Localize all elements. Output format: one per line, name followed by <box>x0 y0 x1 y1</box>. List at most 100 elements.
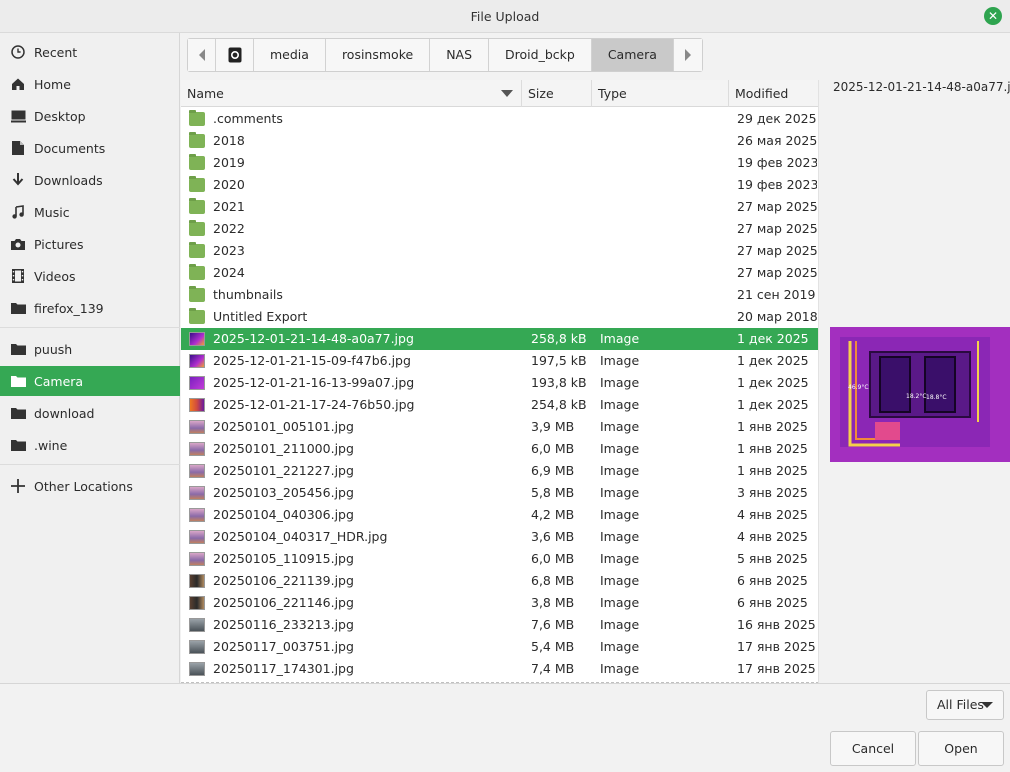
file-size: 7,6 MB <box>531 617 575 632</box>
file-modified: 27 мар 2025 <box>737 221 817 236</box>
file-row[interactable]: 2025-12-01-21-15-09-f47b6.jpg 197,5 kB Ima… <box>181 350 818 372</box>
column-header-name[interactable]: Name <box>181 80 522 107</box>
file-type: Image <box>600 507 640 522</box>
path-crumb-nas[interactable]: NAS <box>430 39 490 71</box>
clock-icon <box>10 44 26 60</box>
sidebar-item-documents[interactable]: Documents <box>0 133 180 163</box>
file-row[interactable]: 2025-12-01-21-14-48-a0a77.jpg 258,8 kB Ima… <box>181 328 818 350</box>
image-thumbnail-icon <box>189 640 205 654</box>
sidebar-item-download[interactable]: download <box>0 398 180 428</box>
file-row[interactable]: 20250117_174301.jpg 7,4 MB Image 17 янв 202… <box>181 658 818 680</box>
path-forward-button[interactable] <box>673 39 702 71</box>
file-row[interactable]: 2024 27 мар 2025 <box>181 262 818 284</box>
sidebar-item-label: .wine <box>34 437 68 453</box>
file-row[interactable]: 2025-12-01-21-16-13-99a07.jpg 193,8 kB Ima… <box>181 372 818 394</box>
file-size: 197,5 kB <box>531 353 587 368</box>
close-icon[interactable]: ✕ <box>984 7 1002 25</box>
sidebar-item-desktop[interactable]: Desktop <box>0 101 180 131</box>
column-header-size[interactable]: Size <box>522 80 592 107</box>
path-crumb-rosinsmoke[interactable]: rosinsmoke <box>325 39 431 71</box>
file-row[interactable]: 20250106_221139.jpg 6,8 MB Image 6 янв 2025 <box>181 570 818 592</box>
file-name: 20250101_221227.jpg <box>213 463 354 478</box>
file-name: 20250104_040317_HDR.jpg <box>213 529 388 544</box>
temp-label-hot: 46.9°C <box>848 384 869 391</box>
file-row[interactable]: 20250104_040317_HDR.jpg 3,6 MB Image 4 янв … <box>181 526 818 548</box>
chevron-down-icon <box>981 702 993 708</box>
path-crumb-camera[interactable]: Camera <box>591 39 674 71</box>
file-type <box>600 240 700 262</box>
column-header-type[interactable]: Type <box>592 80 729 107</box>
sidebar-item-label: Desktop <box>34 108 86 124</box>
file-row[interactable]: 2022 27 мар 2025 <box>181 218 818 240</box>
file-size <box>531 262 596 284</box>
file-type: Image <box>600 573 640 588</box>
file-size <box>531 284 596 306</box>
file-row[interactable]: 2021 27 мар 2025 <box>181 196 818 218</box>
sidebar-item-wine[interactable]: .wine <box>0 430 180 460</box>
file-row[interactable]: 20250101_005101.jpg 3,9 MB Image 1 янв 2025 <box>181 416 818 438</box>
file-size: 254,8 kB <box>531 397 587 412</box>
column-header-modified[interactable]: Modified <box>729 80 818 107</box>
file-row[interactable]: 20250117_003751.jpg 5,4 MB Image 17 янв 202… <box>181 636 818 658</box>
chevron-right-icon <box>684 49 691 61</box>
sidebar-item-camera[interactable]: Camera <box>0 366 180 396</box>
file-type: Image <box>600 595 640 610</box>
file-row[interactable]: 2023 27 мар 2025 <box>181 240 818 262</box>
file-size: 3,8 MB <box>531 595 575 610</box>
file-row[interactable]: 20250116_233213.jpg 7,6 MB Image 16 янв 202… <box>181 614 818 636</box>
filter-label: All Files <box>937 697 984 712</box>
path-back-button[interactable] <box>188 39 216 71</box>
file-row[interactable]: 20250101_221227.jpg 6,9 MB Image 1 янв 2025 <box>181 460 818 482</box>
file-type: Image <box>600 375 640 390</box>
sidebar-item-downloads[interactable]: Downloads <box>0 165 180 195</box>
path-drive-button[interactable] <box>216 39 254 71</box>
sidebar-item-firefox[interactable]: firefox_139 <box>0 293 180 323</box>
image-thumbnail-icon <box>189 420 205 434</box>
file-row[interactable]: 2025-12-01-21-17-24-76b50.jpg 254,8 kB Ima… <box>181 394 818 416</box>
image-thumbnail-icon <box>189 486 205 500</box>
sidebar-item-puush[interactable]: puush <box>0 334 180 364</box>
file-row[interactable]: .comments 29 дек 2025 <box>181 108 818 130</box>
file-row[interactable]: Untitled Export 20 мар 2018 <box>181 306 818 328</box>
folder-icon <box>10 373 26 389</box>
path-crumb-droid-bckp[interactable]: Droid_bckp <box>489 39 592 71</box>
path-crumb-media[interactable]: media <box>254 39 326 71</box>
file-name: 20250117_003751.jpg <box>213 639 354 654</box>
file-row[interactable]: 2019 19 фев 2023 <box>181 152 818 174</box>
sidebar-item-music[interactable]: Music <box>0 197 180 227</box>
file-row[interactable]: 20250106_221146.jpg 3,8 MB Image 6 янв 2025 <box>181 592 818 614</box>
file-modified: 20 мар 2018 <box>737 309 817 324</box>
image-thumbnail-icon <box>189 574 205 588</box>
sidebar-item-home[interactable]: Home <box>0 69 180 99</box>
file-type <box>600 306 700 328</box>
file-row[interactable]: thumbnails 21 сен 2019 <box>181 284 818 306</box>
sidebar-item-recent[interactable]: Recent <box>0 37 180 67</box>
file-name: 2025-12-01-21-17-24-76b50.jpg <box>213 397 415 412</box>
film-icon <box>10 268 26 284</box>
sidebar-item-videos[interactable]: Videos <box>0 261 180 291</box>
image-thumbnail-icon <box>189 552 205 566</box>
image-thumbnail-icon <box>189 398 205 412</box>
file-modified: 29 дек 2025 <box>737 111 817 126</box>
file-type-filter-dropdown[interactable]: All Files <box>926 690 1004 720</box>
file-row[interactable]: 20250103_205456.jpg 5,8 MB Image 3 янв 2025 <box>181 482 818 504</box>
sidebar-item-pictures[interactable]: Pictures <box>0 229 180 259</box>
file-row[interactable]: 2020 19 фев 2023 <box>181 174 818 196</box>
cancel-button[interactable]: Cancel <box>830 731 916 766</box>
title-bar: File Upload ✕ <box>0 0 1010 33</box>
folder-icon <box>189 176 205 192</box>
folder-icon <box>189 264 205 280</box>
path-bar: media rosinsmoke NAS Droid_bckp Camera <box>187 38 703 72</box>
file-row[interactable]: 2018 26 мая 2025 <box>181 130 818 152</box>
open-button[interactable]: Open <box>918 731 1004 766</box>
drive-icon <box>228 47 241 63</box>
folder-icon <box>189 220 205 236</box>
file-row[interactable]: 20250104_040306.jpg 4,2 MB Image 4 янв 2025 <box>181 504 818 526</box>
file-list: Name Size Type Modified .comments 29 дек … <box>181 80 819 683</box>
sidebar-divider <box>0 327 180 328</box>
file-row[interactable]: 20250101_211000.jpg 6,0 MB Image 1 янв 2025 <box>181 438 818 460</box>
file-row[interactable]: 20250105_110915.jpg 6,0 MB Image 5 янв 2025 <box>181 548 818 570</box>
desktop-icon <box>10 108 26 124</box>
file-size: 4,2 MB <box>531 507 575 522</box>
sidebar-item-other-locations[interactable]: Other Locations <box>0 471 180 501</box>
